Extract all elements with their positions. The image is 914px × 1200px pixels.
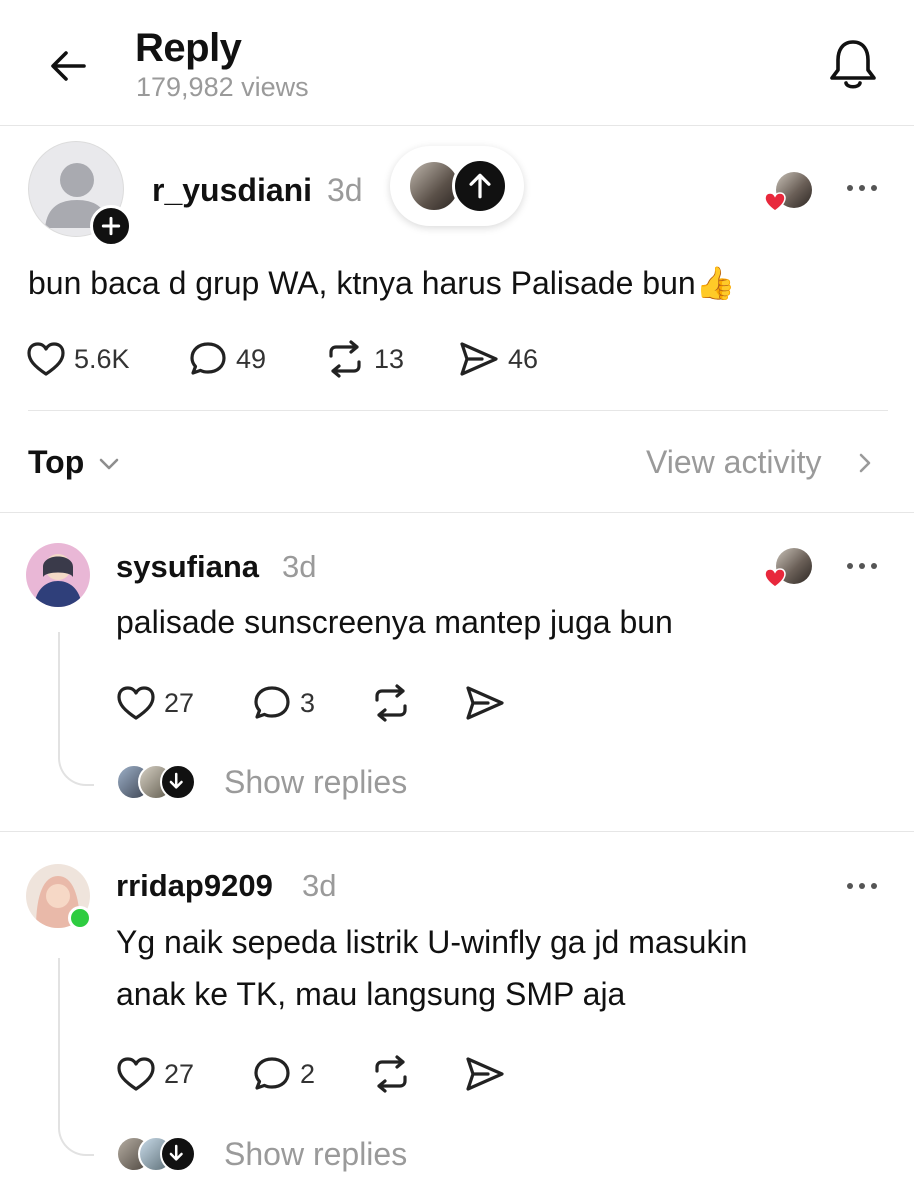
reply-timestamp: 3d (302, 868, 337, 903)
send-icon (460, 342, 498, 376)
arrow-down-icon (160, 1136, 196, 1172)
reply-text: palisade sunscreenya mantep juga bun (116, 604, 673, 640)
heart-outline-icon (27, 342, 65, 376)
top-bar: Reply 179,982 views (0, 0, 914, 126)
chevron-down-icon[interactable] (96, 454, 122, 474)
section-divider (0, 512, 914, 513)
section-divider (0, 831, 914, 832)
more-options-icon[interactable] (844, 558, 880, 574)
comment-count: 2 (300, 1058, 316, 1089)
arrow-down-icon (160, 764, 196, 800)
avatar[interactable] (26, 543, 90, 607)
comment-icon (254, 1057, 290, 1090)
reply-text-line: anak ke TK, mau langsung SMP aja (116, 976, 626, 1012)
arrow-left-icon[interactable] (46, 44, 90, 88)
arrow-up-icon (452, 158, 508, 214)
like-count: 27 (164, 687, 195, 718)
view-activity-link[interactable]: View activity (646, 444, 821, 481)
post-username[interactable]: r_yusdiani (152, 172, 312, 209)
heart-icon (764, 568, 786, 588)
user-photo (26, 543, 90, 607)
divider (28, 410, 888, 411)
reply-timestamp: 3d (282, 549, 317, 584)
comment-button[interactable]: 2 (252, 1055, 315, 1093)
comment-button[interactable]: 3 (252, 684, 315, 722)
reply-text-line: Yg naik sepeda listrik U-winfly ga jd ma… (116, 924, 748, 960)
view-count: 179,982 views (136, 72, 309, 102)
repost-button[interactable] (370, 684, 412, 722)
chevron-right-icon[interactable] (856, 450, 874, 476)
repost-button[interactable]: 13 (324, 340, 404, 378)
reply-username[interactable]: rridap9209 (116, 868, 273, 904)
bell-icon[interactable] (826, 36, 880, 92)
like-count: 5.6K (74, 343, 130, 374)
send-icon (466, 1057, 504, 1091)
comment-icon (254, 686, 290, 719)
reply-avatars[interactable] (116, 764, 200, 800)
send-icon (466, 686, 504, 720)
like-button[interactable]: 27 (116, 684, 194, 722)
sort-dropdown[interactable]: Top (28, 444, 84, 481)
show-replies-link[interactable]: Show replies (224, 1136, 407, 1173)
comment-button[interactable]: 49 (188, 340, 266, 378)
repost-button[interactable] (370, 1055, 412, 1093)
repost-icon (375, 684, 407, 722)
like-button[interactable]: 5.6K (26, 340, 130, 378)
heart-outline-icon (117, 1057, 155, 1091)
more-options-icon[interactable] (844, 878, 880, 894)
comment-count: 3 (300, 687, 316, 718)
like-button[interactable]: 27 (116, 1055, 194, 1093)
share-button[interactable] (464, 684, 506, 722)
share-count: 46 (508, 343, 539, 374)
repost-pill[interactable] (390, 146, 524, 226)
share-button[interactable]: 46 (458, 340, 538, 378)
comment-icon (190, 342, 226, 375)
repost-icon (329, 340, 361, 378)
online-status-dot (68, 906, 92, 930)
share-button[interactable] (464, 1055, 506, 1093)
like-count: 27 (164, 1058, 195, 1089)
reply-username[interactable]: sysufiana (116, 549, 259, 585)
reply-avatars[interactable] (116, 1136, 200, 1172)
more-options-icon[interactable] (844, 180, 880, 196)
heart-icon (764, 192, 786, 212)
repost-count: 13 (374, 343, 405, 374)
follow-plus-icon[interactable] (90, 205, 132, 247)
comment-count: 49 (236, 343, 267, 374)
heart-outline-icon (117, 686, 155, 720)
post-text: bun baca d grup WA, ktnya harus Palisade… (28, 265, 736, 301)
show-replies-link[interactable]: Show replies (224, 764, 407, 801)
thread-connector (58, 958, 94, 1156)
repost-icon (375, 1055, 407, 1093)
thread-connector (58, 632, 94, 786)
page-title: Reply (135, 26, 242, 70)
post-timestamp: 3d (327, 172, 363, 208)
